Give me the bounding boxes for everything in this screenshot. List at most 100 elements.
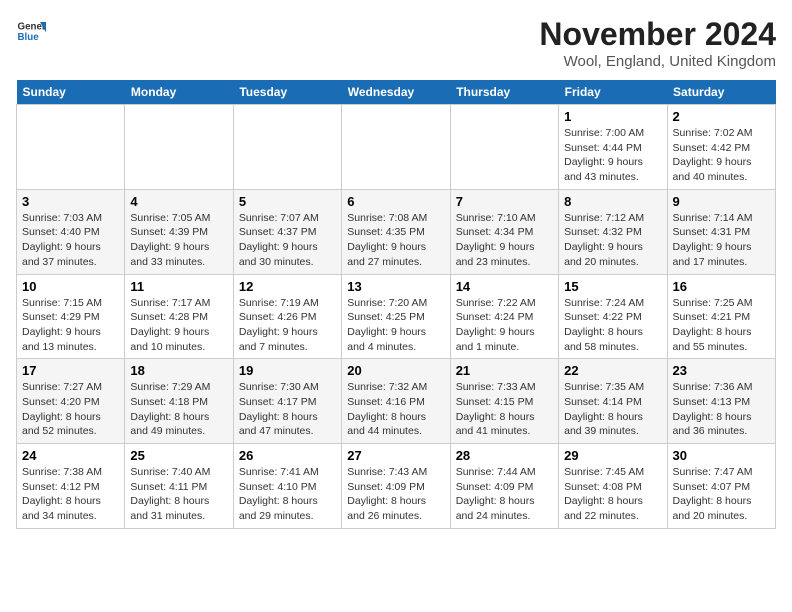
day-info: Sunrise: 7:24 AM Sunset: 4:22 PM Dayligh… <box>564 296 661 355</box>
column-header-tuesday: Tuesday <box>233 80 341 105</box>
calendar-cell: 21 Sunrise: 7:33 AM Sunset: 4:15 PM Dayli… <box>450 359 558 444</box>
day-number: 4 <box>130 194 227 209</box>
column-header-thursday: Thursday <box>450 80 558 105</box>
day-number: 28 <box>456 448 553 463</box>
calendar-cell: 8 Sunrise: 7:12 AM Sunset: 4:32 PM Daylig… <box>559 189 667 274</box>
day-number: 11 <box>130 279 227 294</box>
day-info: Sunrise: 7:45 AM Sunset: 4:08 PM Dayligh… <box>564 465 661 524</box>
day-number: 14 <box>456 279 553 294</box>
day-info: Sunrise: 7:02 AM Sunset: 4:42 PM Dayligh… <box>673 126 770 185</box>
calendar-cell: 11 Sunrise: 7:17 AM Sunset: 4:28 PM Dayli… <box>125 274 233 359</box>
calendar-cell: 22Sunrise: 7:35 AM Sunset: 4:14 PM Dayli… <box>559 359 667 444</box>
day-info: Sunrise: 7:07 AM Sunset: 4:37 PM Dayligh… <box>239 211 336 270</box>
logo: General Blue <box>16 16 46 46</box>
calendar-cell: 16 Sunrise: 7:25 AM Sunset: 4:21 PM Dayli… <box>667 274 775 359</box>
day-number: 23 <box>673 363 770 378</box>
day-info: Sunrise: 7:30 AM Sunset: 4:17 PM Dayligh… <box>239 380 336 439</box>
calendar-cell: 9 Sunrise: 7:14 AM Sunset: 4:31 PM Daylig… <box>667 189 775 274</box>
day-number: 26 <box>239 448 336 463</box>
calendar-cell: 28 Sunrise: 7:44 AM Sunset: 4:09 PM Dayli… <box>450 444 558 529</box>
calendar-cell: 2 Sunrise: 7:02 AM Sunset: 4:42 PM Daylig… <box>667 105 775 190</box>
day-info: Sunrise: 7:25 AM Sunset: 4:21 PM Dayligh… <box>673 296 770 355</box>
day-number: 17 <box>22 363 119 378</box>
calendar-cell: 18 Sunrise: 7:29 AM Sunset: 4:18 PM Dayli… <box>125 359 233 444</box>
day-info: Sunrise: 7:05 AM Sunset: 4:39 PM Dayligh… <box>130 211 227 270</box>
calendar-cell: 24 Sunrise: 7:38 AM Sunset: 4:12 PM Dayli… <box>17 444 125 529</box>
calendar-cell: 26 Sunrise: 7:41 AM Sunset: 4:10 PM Dayli… <box>233 444 341 529</box>
day-info: Sunrise: 7:44 AM Sunset: 4:09 PM Dayligh… <box>456 465 553 524</box>
day-number: 6 <box>347 194 444 209</box>
calendar-cell <box>233 105 341 190</box>
day-info: Sunrise: 7:08 AM Sunset: 4:35 PM Dayligh… <box>347 211 444 270</box>
day-info: Sunrise: 7:32 AM Sunset: 4:16 PM Dayligh… <box>347 380 444 439</box>
calendar-cell: 12Sunrise: 7:19 AM Sunset: 4:26 PM Dayli… <box>233 274 341 359</box>
calendar-cell: 5 Sunrise: 7:07 AM Sunset: 4:37 PM Daylig… <box>233 189 341 274</box>
day-info: Sunrise: 7:12 AM Sunset: 4:32 PM Dayligh… <box>564 211 661 270</box>
day-info: Sunrise: 7:43 AM Sunset: 4:09 PM Dayligh… <box>347 465 444 524</box>
calendar-cell: 19 Sunrise: 7:30 AM Sunset: 4:17 PM Dayli… <box>233 359 341 444</box>
calendar-cell: 15 Sunrise: 7:24 AM Sunset: 4:22 PM Dayli… <box>559 274 667 359</box>
day-info: Sunrise: 7:41 AM Sunset: 4:10 PM Dayligh… <box>239 465 336 524</box>
day-info: Sunrise: 7:20 AM Sunset: 4:25 PM Dayligh… <box>347 296 444 355</box>
title-block: November 2024 Wool, England, United King… <box>539 16 776 70</box>
calendar-cell: 13 Sunrise: 7:20 AM Sunset: 4:25 PM Dayli… <box>342 274 450 359</box>
calendar-cell: 1Sunrise: 7:00 AM Sunset: 4:44 PM Daylig… <box>559 105 667 190</box>
day-info: Sunrise: 7:15 AM Sunset: 4:29 PM Dayligh… <box>22 296 119 355</box>
day-number: 8 <box>564 194 661 209</box>
calendar-cell: 6 Sunrise: 7:08 AM Sunset: 4:35 PM Daylig… <box>342 189 450 274</box>
calendar-header-row: SundayMondayTuesdayWednesdayThursdayFrid… <box>17 80 776 105</box>
main-title: November 2024 <box>539 16 776 53</box>
day-info: Sunrise: 7:03 AM Sunset: 4:40 PM Dayligh… <box>22 211 119 270</box>
calendar-cell: 29Sunrise: 7:45 AM Sunset: 4:08 PM Dayli… <box>559 444 667 529</box>
day-info: Sunrise: 7:14 AM Sunset: 4:31 PM Dayligh… <box>673 211 770 270</box>
column-header-monday: Monday <box>125 80 233 105</box>
calendar-week-1: 1Sunrise: 7:00 AM Sunset: 4:44 PM Daylig… <box>17 105 776 190</box>
column-header-friday: Friday <box>559 80 667 105</box>
day-number: 27 <box>347 448 444 463</box>
day-number: 19 <box>239 363 336 378</box>
day-info: Sunrise: 7:47 AM Sunset: 4:07 PM Dayligh… <box>673 465 770 524</box>
day-info: Sunrise: 7:38 AM Sunset: 4:12 PM Dayligh… <box>22 465 119 524</box>
calendar-cell: 3 Sunrise: 7:03 AM Sunset: 4:40 PM Daylig… <box>17 189 125 274</box>
day-number: 21 <box>456 363 553 378</box>
calendar-cell <box>125 105 233 190</box>
subtitle: Wool, England, United Kingdom <box>539 53 776 70</box>
calendar-cell: 7Sunrise: 7:10 AM Sunset: 4:34 PM Daylig… <box>450 189 558 274</box>
day-number: 30 <box>673 448 770 463</box>
day-number: 22 <box>564 363 661 378</box>
day-info: Sunrise: 7:19 AM Sunset: 4:26 PM Dayligh… <box>239 296 336 355</box>
header: General Blue November 2024 Wool, England… <box>16 16 776 70</box>
calendar-table: SundayMondayTuesdayWednesdayThursdayFrid… <box>16 80 776 529</box>
day-number: 3 <box>22 194 119 209</box>
day-number: 20 <box>347 363 444 378</box>
day-info: Sunrise: 7:33 AM Sunset: 4:15 PM Dayligh… <box>456 380 553 439</box>
day-info: Sunrise: 7:40 AM Sunset: 4:11 PM Dayligh… <box>130 465 227 524</box>
day-number: 13 <box>347 279 444 294</box>
day-info: Sunrise: 7:27 AM Sunset: 4:20 PM Dayligh… <box>22 380 119 439</box>
day-number: 16 <box>673 279 770 294</box>
day-number: 18 <box>130 363 227 378</box>
day-number: 9 <box>673 194 770 209</box>
day-info: Sunrise: 7:00 AM Sunset: 4:44 PM Dayligh… <box>564 126 661 185</box>
logo-icon: General Blue <box>16 16 46 46</box>
calendar-cell: 30 Sunrise: 7:47 AM Sunset: 4:07 PM Dayli… <box>667 444 775 529</box>
day-info: Sunrise: 7:29 AM Sunset: 4:18 PM Dayligh… <box>130 380 227 439</box>
calendar-cell: 25Sunrise: 7:40 AM Sunset: 4:11 PM Dayli… <box>125 444 233 529</box>
day-info: Sunrise: 7:17 AM Sunset: 4:28 PM Dayligh… <box>130 296 227 355</box>
calendar-cell: 20 Sunrise: 7:32 AM Sunset: 4:16 PM Dayli… <box>342 359 450 444</box>
column-header-wednesday: Wednesday <box>342 80 450 105</box>
day-number: 2 <box>673 109 770 124</box>
calendar-cell: 4 Sunrise: 7:05 AM Sunset: 4:39 PM Daylig… <box>125 189 233 274</box>
day-number: 10 <box>22 279 119 294</box>
day-info: Sunrise: 7:22 AM Sunset: 4:24 PM Dayligh… <box>456 296 553 355</box>
calendar-cell: 23Sunrise: 7:36 AM Sunset: 4:13 PM Dayli… <box>667 359 775 444</box>
day-number: 5 <box>239 194 336 209</box>
calendar-cell: 10 Sunrise: 7:15 AM Sunset: 4:29 PM Dayli… <box>17 274 125 359</box>
column-header-sunday: Sunday <box>17 80 125 105</box>
calendar-cell: 27 Sunrise: 7:43 AM Sunset: 4:09 PM Dayli… <box>342 444 450 529</box>
calendar-week-4: 17 Sunrise: 7:27 AM Sunset: 4:20 PM Dayli… <box>17 359 776 444</box>
day-info: Sunrise: 7:10 AM Sunset: 4:34 PM Dayligh… <box>456 211 553 270</box>
svg-text:Blue: Blue <box>18 32 40 43</box>
day-number: 24 <box>22 448 119 463</box>
day-number: 15 <box>564 279 661 294</box>
